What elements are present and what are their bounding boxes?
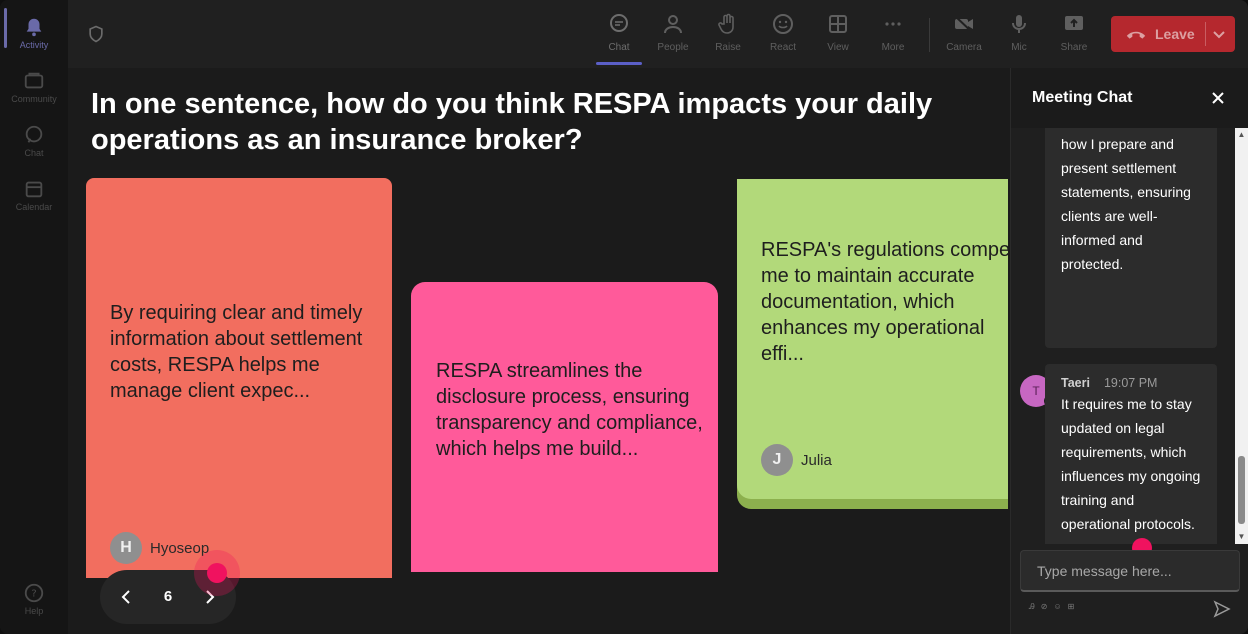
message-meta: Taeri 19:07 PM [1061, 364, 1201, 392]
card-author: J Julia [761, 444, 832, 476]
toolbar-react-button[interactable]: React [756, 10, 810, 60]
rail-item-chat[interactable]: Chat [0, 116, 68, 166]
toolbar-more-button[interactable]: More [866, 10, 920, 60]
toolbar-raise-button[interactable]: Raise [701, 10, 755, 60]
page-number: 6 [163, 588, 173, 605]
bell-icon [26, 18, 42, 37]
shield-icon[interactable] [86, 24, 106, 44]
leave-divider [1205, 22, 1206, 46]
card-text: By requiring clear and timely informatio… [110, 302, 363, 402]
chat-message-list: how I prepare and present settlement sta… [1011, 128, 1235, 544]
format-icon[interactable]: Ꭿ [1029, 602, 1035, 612]
presentation-stage: In one sentence, how do you think RESPA … [68, 68, 1008, 634]
rail-item-label: Activity [19, 40, 49, 50]
help-icon: ? [24, 583, 44, 603]
attach-icon[interactable]: ⊘ [1041, 602, 1048, 612]
rail-item-label: Help [24, 606, 44, 616]
toolbar-button-label: Chat [608, 42, 630, 53]
toolbar-share-button[interactable]: Share [1047, 10, 1101, 60]
toolbar-camera-button[interactable]: Camera [937, 10, 991, 60]
camera-off-icon [954, 15, 974, 34]
chat-icon [25, 125, 43, 143]
app-rail: Activity Community Chat Calendar ? Help [0, 0, 68, 634]
author-name: Julia [801, 451, 832, 469]
scroll-thumb[interactable] [1238, 456, 1245, 524]
grid-icon [829, 15, 847, 33]
hand-icon [718, 13, 734, 34]
svg-text:?: ? [31, 589, 36, 600]
message-text: how I prepare and present settlement sta… [1061, 136, 1191, 272]
calendar-icon [25, 181, 43, 198]
toolbar-button-label: People [657, 42, 689, 53]
phone-hangup-icon [1126, 31, 1146, 39]
chat-header: Meeting Chat [1011, 68, 1248, 128]
pointer-dot [207, 563, 227, 583]
leave-button[interactable]: Leave [1111, 16, 1235, 52]
toolbar-button-label: Share [1060, 42, 1088, 53]
card-author: H Hyoseop [110, 532, 209, 564]
meeting-toolbar: Chat People Raise React View More Camera [68, 0, 1248, 68]
chat-message: how I prepare and present settlement sta… [1045, 128, 1217, 348]
response-card[interactable]: RESPA's regulations compel me to maintai… [737, 179, 1008, 499]
chat-message-input[interactable] [1020, 550, 1240, 592]
response-card[interactable]: RESPA streamlines the disclosure process… [411, 282, 718, 572]
leave-label: Leave [1155, 26, 1195, 42]
format-toolbar: Ꭿ ⊘ ☺ ⊞ [1029, 602, 1074, 612]
share-icon [1065, 16, 1083, 30]
chevron-left-icon[interactable] [116, 587, 136, 607]
sender-name: Taeri [1061, 376, 1090, 390]
scroll-down-arrow[interactable]: ▼ [1237, 532, 1246, 541]
gif-icon[interactable]: ⊞ [1068, 602, 1075, 612]
people-icon [664, 15, 682, 34]
chevron-down-icon[interactable] [1211, 26, 1227, 42]
mic-icon [1012, 15, 1026, 33]
toolbar-divider [929, 18, 930, 52]
toolbar-people-button[interactable]: People [646, 10, 700, 60]
smile-icon [773, 14, 793, 34]
message-text: It requires me to stay updated on legal … [1061, 396, 1201, 532]
toolbar-button-label: View [827, 42, 849, 53]
rail-item-calendar[interactable]: Calendar [0, 170, 68, 220]
card-text: RESPA streamlines the disclosure process… [436, 360, 703, 460]
chat-icon [610, 14, 628, 32]
rail-item-label: Chat [24, 148, 44, 158]
send-icon[interactable] [1213, 600, 1231, 618]
author-name: Hyoseop [150, 539, 210, 557]
toolbar-button-label: Mic [1011, 42, 1027, 53]
more-icon [885, 22, 901, 26]
response-card[interactable]: By requiring clear and timely informatio… [86, 178, 392, 578]
community-icon [24, 72, 44, 89]
chat-title: Meeting Chat [1032, 89, 1133, 106]
message-time: 19:07 PM [1103, 376, 1158, 390]
emoji-icon[interactable]: ☺ [1054, 602, 1062, 612]
toolbar-mic-button[interactable]: Mic [992, 10, 1046, 60]
rail-item-community[interactable]: Community [0, 62, 68, 112]
avatar: J [761, 444, 793, 476]
scroll-up-arrow[interactable]: ▲ [1237, 130, 1246, 139]
toolbar-chat-button[interactable]: Chat [592, 10, 646, 60]
active-tab-indicator [596, 62, 642, 65]
question-title: In one sentence, how do you think RESPA … [91, 88, 933, 156]
rail-item-label: Community [11, 94, 57, 104]
toolbar-button-label: Camera [946, 42, 982, 53]
close-icon[interactable] [1209, 89, 1227, 107]
toolbar-button-label: React [769, 42, 797, 53]
chat-message: Taeri 19:07 PM It requires me to stay up… [1045, 364, 1217, 544]
rail-item-help[interactable]: ? Help [0, 574, 68, 624]
meeting-window: Activity Community Chat Calendar ? Help … [0, 0, 1248, 634]
card-text: RESPA's regulations compel me to maintai… [761, 239, 1008, 365]
avatar: H [110, 532, 142, 564]
chat-scrollbar[interactable]: ▲ ▼ [1235, 128, 1248, 544]
toolbar-view-button[interactable]: View [811, 10, 865, 60]
rail-item-activity[interactable]: Activity [0, 8, 68, 58]
toolbar-button-label: Raise [715, 42, 741, 53]
rail-item-label: Calendar [15, 202, 53, 212]
meeting-chat-panel: Meeting Chat how I prepare and present s… [1010, 68, 1248, 634]
toolbar-button-label: More [881, 42, 905, 53]
